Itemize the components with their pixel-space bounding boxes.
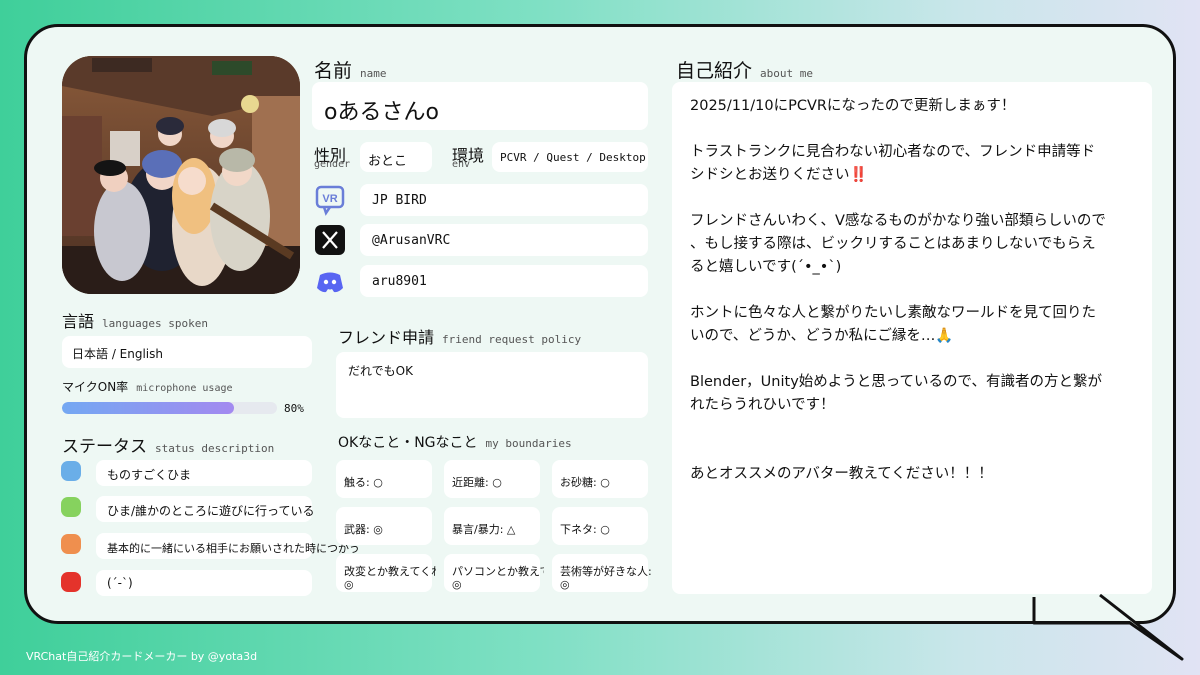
boundary-text-5: 暴言/暴力: △ xyxy=(452,523,516,536)
mic-heading: マイクON率 microphone usage xyxy=(62,378,233,395)
mic-value: 80% xyxy=(284,402,304,415)
mic-usage-fill xyxy=(62,402,234,414)
status-heading-sub: status description xyxy=(155,442,275,455)
about-paragraph-1: 2025/11/10にPCVRになったので更新しまぁす！ xyxy=(690,98,1016,114)
about-paragraph-6: あとオススメのアバター教えてください！！！ xyxy=(690,466,993,482)
avatar-photo xyxy=(62,56,300,294)
languages-heading: 言語 languages spoken xyxy=(62,308,208,332)
about-paragraph-2: トラストランクに見合わない初心者なので、フレンド申請等ド シドシとお送りください… xyxy=(690,144,1096,183)
about-heading-sub: about me xyxy=(760,67,813,80)
name-value: oあるさんo xyxy=(324,100,439,125)
mic-usage-bar xyxy=(62,402,277,414)
languages-value: 日本語 / English xyxy=(72,347,164,361)
env-value: PCVR / Quest / Desktop xyxy=(500,151,646,164)
status-text-3: 基本的に一緒にいる相手にお願いされた時につかう xyxy=(107,542,360,555)
vrchat-username[interactable]: JP BIRD xyxy=(372,193,427,208)
discord-username[interactable]: aru8901 xyxy=(372,274,427,289)
name-heading: 名前 name xyxy=(314,56,387,83)
vrchat-icon: VR xyxy=(315,185,345,216)
status-dot-red xyxy=(61,572,81,592)
gender-sub: gender xyxy=(314,159,351,170)
speech-bubble-tail xyxy=(1032,593,1184,661)
mic-heading-sub: microphone usage xyxy=(136,383,233,394)
boundary-text-4: 武器: ◎ xyxy=(344,523,383,536)
languages-heading-sub: languages spoken xyxy=(102,317,208,330)
x-logo-icon xyxy=(315,225,345,255)
boundary-mark-2: ◎ xyxy=(452,578,462,591)
boundary-text-9: 芸術等が好きな人: xyxy=(560,565,652,578)
name-heading-sub: name xyxy=(360,67,387,80)
boundaries-heading-label: OKなこと・NGなこと xyxy=(338,435,478,451)
status-dot-orange xyxy=(61,534,81,554)
about-paragraph-3: フレンドさんいわく、V感なるものがかなり強い部類らしいので 、もし接する際は、ビ… xyxy=(690,213,1106,275)
footer-credit: VRChat自己紹介カードメーカー by @yota3d xyxy=(26,650,258,663)
boundary-text-3: お砂糖: ○ xyxy=(560,476,610,489)
friend-value: だれでもOK xyxy=(348,364,413,378)
friend-heading-sub: friend request policy xyxy=(442,333,582,346)
about-text: 2025/11/10にPCVRになったので更新しまぁす！ トラストランクに見合わ… xyxy=(690,95,1140,509)
status-dot-blue xyxy=(61,461,81,481)
about-paragraph-4: ホントに色々な人と繋がりたいし素敵なワールドを見て回りた いので、どうか、どうか… xyxy=(690,305,1096,344)
gender-value: おとこ xyxy=(368,154,408,169)
boundary-mark-1: ◎ xyxy=(344,578,354,591)
boundary-text-6: 下ネタ: ○ xyxy=(560,523,610,536)
status-heading: ステータス status description xyxy=(62,432,274,457)
mic-heading-label: マイクON率 xyxy=(62,380,129,394)
boundaries-heading-sub: my boundaries xyxy=(485,437,572,450)
boundary-text-7: 改変とか教えてくれ xyxy=(344,565,436,578)
friend-heading-label: フレンド申請 xyxy=(338,328,435,347)
x-username[interactable]: @ArusanVRC xyxy=(372,233,450,248)
status-heading-label: ステータス xyxy=(62,437,147,457)
name-heading-label: 名前 xyxy=(314,60,353,82)
languages-heading-label: 言語 xyxy=(62,312,95,331)
about-heading: 自己紹介 about me xyxy=(676,56,813,83)
boundary-mark-3: ◎ xyxy=(560,578,570,591)
status-text-1: ものすごくひま xyxy=(107,468,192,482)
friend-heading: フレンド申請 friend request policy xyxy=(338,324,581,348)
svg-text:VR: VR xyxy=(322,193,337,205)
about-heading-label: 自己紹介 xyxy=(676,60,753,82)
status-text-2: ひま/誰かのところに遊びに行っている xyxy=(107,504,315,518)
env-sub: env xyxy=(452,159,471,170)
boundaries-heading: OKなこと・NGなこと my boundaries xyxy=(338,432,572,452)
boundary-text-1: 触る: ○ xyxy=(344,476,383,489)
status-text-4: (´-`) xyxy=(107,576,133,590)
status-dot-green xyxy=(61,497,81,517)
boundary-text-2: 近距離: ○ xyxy=(452,476,502,489)
about-paragraph-5: Blender，Unity始めようと思っているので、有識者の方と繋が れたらうれ… xyxy=(690,374,1102,413)
discord-icon xyxy=(317,272,343,293)
boundary-text-8: パソコンとか教えて xyxy=(452,565,544,578)
